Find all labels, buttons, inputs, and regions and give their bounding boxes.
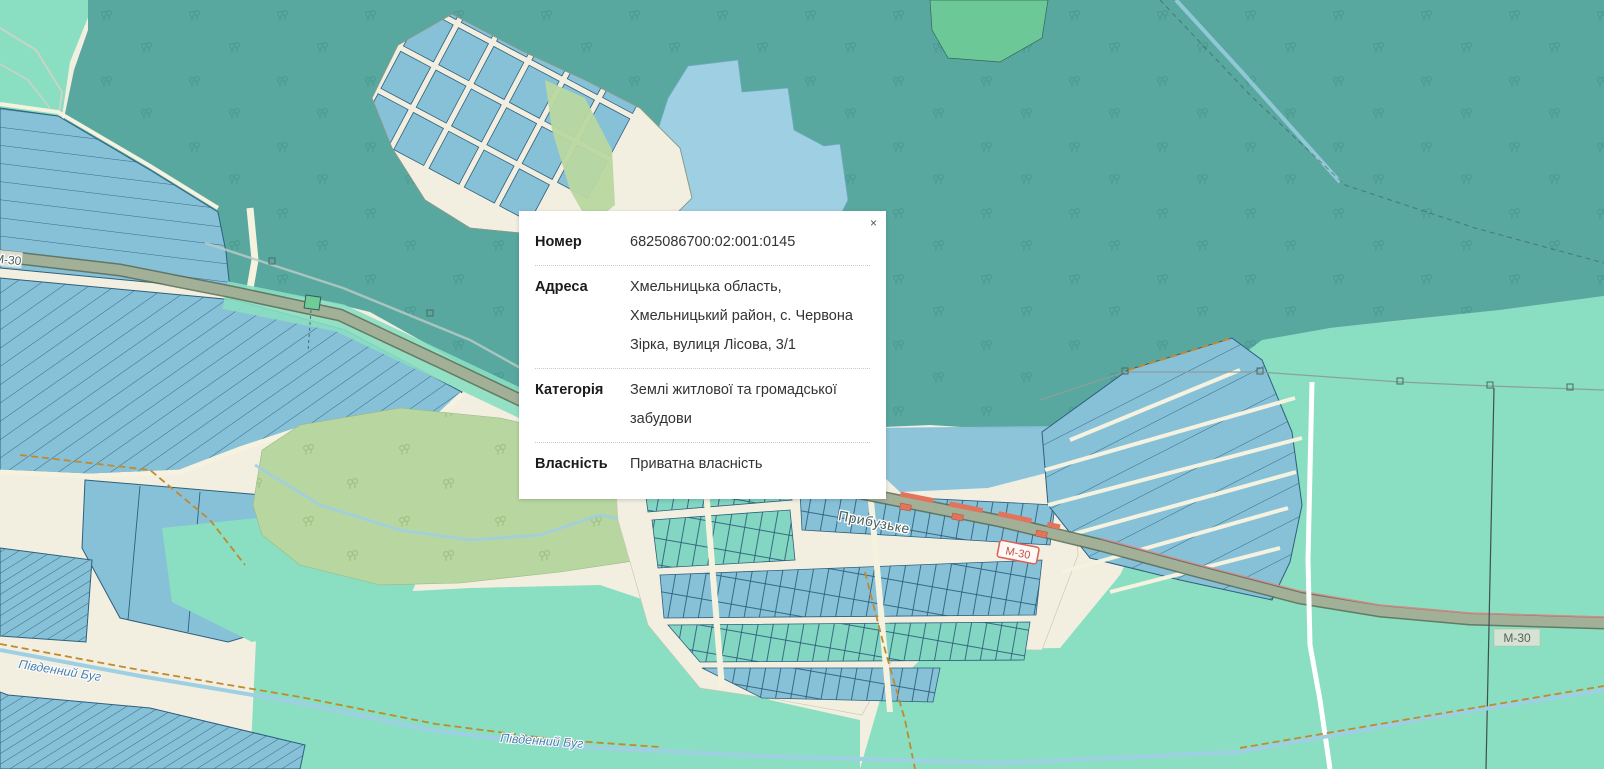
- popup-close-button[interactable]: ×: [870, 217, 877, 229]
- popup-row-value: Хмельницька область, Хмельницький район,…: [630, 273, 866, 360]
- popup-row-value: Приватна власність: [630, 450, 866, 479]
- map-viewport[interactable]: М-30 Прибузьке М-30 М-30 Південний Буг П…: [0, 0, 1604, 769]
- substation: [304, 295, 321, 310]
- road-label-right: М-30: [1494, 629, 1540, 646]
- popup-row-value: Землі житлової та громадської забудови: [630, 376, 866, 434]
- svg-text:М-30: М-30: [1503, 631, 1531, 645]
- popup-row-label: Категорія: [535, 376, 630, 434]
- popup-row-label: Адреса: [535, 273, 630, 360]
- popup-row: Власність Приватна власність: [535, 443, 870, 487]
- popup-row: Категорія Землі житлової та громадської …: [535, 369, 870, 443]
- road-label-left: М-30: [0, 251, 22, 268]
- popup-row: Адреса Хмельницька область, Хмельницький…: [535, 266, 870, 369]
- popup-row-label: Власність: [535, 450, 630, 479]
- popup-row: Номер 6825086700:02:001:0145: [535, 221, 870, 266]
- popup-row-value: 6825086700:02:001:0145: [630, 228, 866, 257]
- popup-row-label: Номер: [535, 228, 630, 257]
- parcel-info-popup: × Номер 6825086700:02:001:0145 Адреса Хм…: [519, 211, 886, 499]
